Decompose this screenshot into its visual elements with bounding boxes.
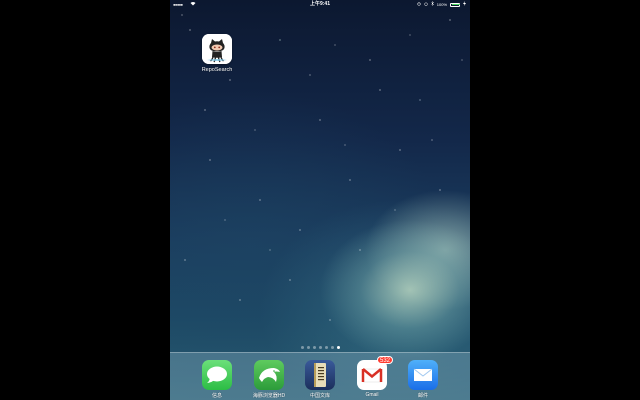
status-right-group: 100% [417, 0, 466, 9]
dock-app-label: Gmail [365, 392, 379, 398]
dock-app-dolphin[interactable]: 海豚浏览器HD [253, 360, 285, 399]
messages-icon[interactable] [202, 360, 232, 390]
dock-app-label: 海豚浏览器HD [252, 393, 286, 399]
dock-app-label: 邮件 [417, 393, 428, 399]
dock-app-gmail[interactable]: 532 Gmail [357, 356, 393, 398]
page-dot[interactable] [330, 346, 334, 349]
gmail-icon[interactable]: 532 [357, 356, 393, 390]
dock-app-messages[interactable]: 信息 [202, 360, 232, 399]
dock-app-label: 中国文库 [309, 393, 330, 399]
page-dot[interactable] [312, 346, 316, 349]
page-dot[interactable] [318, 346, 322, 349]
page-dot-active[interactable] [336, 346, 340, 349]
battery-percent: 100% [436, 2, 447, 7]
dock-app-label: 信息 [211, 393, 222, 399]
orientation-lock-icon [417, 0, 421, 9]
charging-icon [463, 0, 466, 9]
dolphin-icon[interactable] [254, 360, 284, 390]
page-dot[interactable] [306, 346, 310, 349]
status-bar: ●●●●● 上午9:41 100% [170, 0, 470, 9]
page-indicator[interactable] [170, 346, 470, 349]
page-dot[interactable] [300, 346, 304, 349]
app-reposearch[interactable]: RepoSearch [202, 34, 232, 73]
dock: 信息 海豚浏览器HD 中国文库 532 Gmail 邮件 [170, 352, 470, 400]
dock-app-library[interactable]: 中国文库 [305, 360, 335, 399]
bluetooth-icon [431, 0, 434, 9]
app-label: RepoSearch [201, 67, 233, 73]
notification-badge: 532 [376, 356, 393, 364]
page-dot[interactable] [324, 346, 328, 349]
battery-level-fill [451, 4, 460, 5]
dock-app-mail[interactable]: 邮件 [408, 360, 438, 399]
alarm-icon [424, 0, 428, 9]
github-octocat-icon[interactable] [202, 34, 232, 64]
mail-icon[interactable] [408, 360, 438, 390]
battery-icon [450, 2, 460, 7]
ipad-screen: ●●●●● 上午9:41 100% RepoSearch 信息 海豚浏览器HD … [170, 0, 470, 400]
book-icon[interactable] [305, 360, 335, 390]
